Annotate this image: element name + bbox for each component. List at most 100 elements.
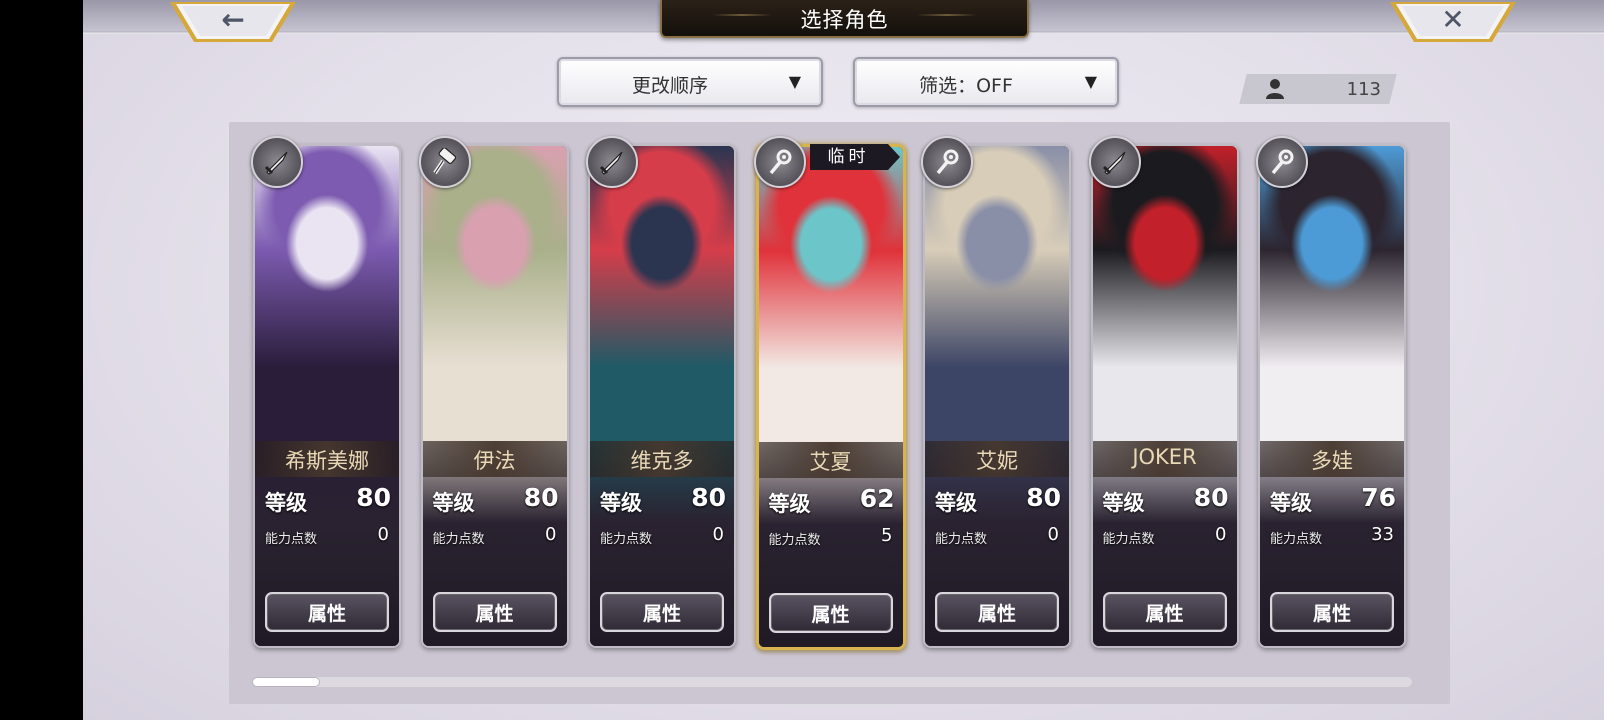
character-portrait: [1092, 146, 1237, 441]
close-button[interactable]: ✕: [1388, 0, 1518, 44]
staff-icon-glyph: [1271, 149, 1294, 175]
name-band: 希斯美娜: [255, 441, 399, 477]
character-name: JOKER: [1132, 445, 1197, 469]
name-band: 多娃: [1260, 441, 1404, 477]
name-band: 艾妮: [925, 441, 1069, 477]
character-card[interactable]: 希斯美娜 等级 80 能力点数 0 属性: [253, 144, 401, 648]
chevron-down-icon: ▼: [788, 72, 801, 91]
level-value: 80: [356, 483, 391, 512]
sword-icon-glyph: [264, 151, 288, 175]
staff-icon: [1256, 136, 1308, 188]
character-name: 艾妮: [976, 449, 1018, 473]
scrollbar-thumb[interactable]: [252, 677, 320, 687]
character-portrait: [1260, 146, 1404, 441]
character-name: 多娃: [1311, 449, 1353, 473]
character-card[interactable]: 维克多 等级 80 能力点数 0 属性: [588, 144, 736, 648]
character-stats: 希斯美娜 等级 80 能力点数 0 属性: [255, 441, 399, 646]
hammer-icon: [418, 136, 471, 188]
back-button[interactable]: ←: [168, 0, 298, 44]
character-portrait: [925, 146, 1069, 441]
level-value: 80: [1193, 483, 1229, 512]
attributes-button[interactable]: 属性: [1270, 592, 1394, 632]
ability-points-value: 5: [881, 525, 893, 546]
attributes-button[interactable]: 属性: [432, 592, 557, 632]
character-portrait: [758, 147, 903, 442]
character-card[interactable]: 伊法 等级 80 能力点数 0 属性: [420, 144, 569, 648]
character-stats: JOKER 等级 80 能力点数 0 属性: [1092, 441, 1237, 646]
staff-icon-glyph: [936, 149, 959, 175]
ability-points-value: 33: [1371, 524, 1394, 545]
sword-icon: [586, 136, 638, 188]
sword-icon: [251, 136, 303, 188]
staff-icon-glyph: [769, 149, 791, 175]
name-band: 伊法: [422, 441, 567, 477]
ability-points-label: 能力点数: [432, 532, 485, 547]
filter-dropdown[interactable]: 筛选：OFF ▼: [853, 57, 1119, 107]
ability-points-label: 能力点数: [935, 532, 988, 547]
level-value: 62: [859, 484, 895, 513]
attributes-button[interactable]: 属性: [935, 592, 1059, 632]
attributes-button[interactable]: 属性: [265, 592, 389, 632]
ability-points-value: 0: [545, 524, 557, 545]
game-screen: ← 选择角色 ✕ 更改顺序 ▼ 筛选：OFF ▼ 113 希斯美娜 等级 80 …: [83, 0, 1604, 720]
ability-points-label: 能力点数: [265, 532, 318, 547]
filter-label: 筛选：OFF: [919, 75, 1013, 97]
ability-points-label: 能力点数: [768, 533, 821, 548]
ability-points-value: 0: [1215, 524, 1227, 545]
name-band: 维克多: [590, 441, 734, 477]
ability-points-label: 能力点数: [1102, 532, 1155, 547]
close-icon: ✕: [1441, 3, 1465, 36]
level-label: 等级: [600, 491, 642, 515]
sword-icon: [1088, 136, 1141, 188]
character-card[interactable]: 艾夏 等级 62 能力点数 5 属性: [755, 144, 906, 650]
character-stats: 维克多 等级 80 能力点数 0 属性: [590, 441, 734, 646]
sword-icon-glyph: [599, 151, 623, 175]
character-stats: 艾妮 等级 80 能力点数 0 属性: [925, 441, 1069, 646]
attributes-button[interactable]: 属性: [600, 592, 724, 632]
character-name: 艾夏: [809, 450, 852, 474]
name-band: 艾夏: [758, 442, 903, 478]
sort-order-label: 更改顺序: [631, 75, 708, 97]
staff-icon: [921, 136, 973, 188]
hammer-icon-glyph: [432, 148, 456, 175]
character-name: 维克多: [630, 449, 694, 473]
character-list-panel: 希斯美娜 等级 80 能力点数 0 属性 伊法 等级 80 能力点数 0 属性 …: [229, 122, 1450, 704]
level-value: 80: [523, 483, 559, 512]
ability-points-label: 能力点数: [1270, 532, 1323, 547]
character-stats: 艾夏 等级 62 能力点数 5 属性: [758, 442, 903, 647]
level-label: 等级: [265, 491, 307, 515]
name-band: JOKER: [1092, 441, 1237, 477]
staff-icon: [753, 136, 806, 188]
level-value: 80: [1026, 483, 1061, 512]
ability-points-value: 0: [377, 524, 389, 545]
ability-points-value: 0: [712, 524, 724, 545]
character-count-badge: 113: [1239, 74, 1397, 104]
level-label: 等级: [935, 491, 977, 515]
level-label: 等级: [768, 492, 811, 516]
sort-order-dropdown[interactable]: 更改顺序 ▼: [557, 57, 823, 107]
arrow-left-icon: ←: [221, 3, 245, 36]
character-card[interactable]: 艾妮 等级 80 能力点数 0 属性: [923, 144, 1071, 648]
level-label: 等级: [432, 491, 475, 515]
character-portrait: [255, 146, 399, 441]
level-value: 80: [691, 483, 726, 512]
attributes-button[interactable]: 属性: [768, 593, 893, 633]
ability-points-label: 能力点数: [600, 532, 653, 547]
attributes-button[interactable]: 属性: [1102, 592, 1227, 632]
level-label: 等级: [1270, 491, 1312, 515]
level-value: 76: [1361, 483, 1396, 512]
level-label: 等级: [1102, 491, 1145, 515]
character-name: 伊法: [473, 449, 516, 473]
title-plate: 选择角色: [660, 0, 1029, 38]
character-stats: 多娃 等级 76 能力点数 33 属性: [1260, 441, 1404, 646]
character-stats: 伊法 等级 80 能力点数 0 属性: [422, 441, 567, 646]
page-title: 选择角色: [800, 8, 889, 32]
character-card[interactable]: 多娃 等级 76 能力点数 33 属性: [1258, 144, 1406, 648]
character-portrait: [422, 146, 567, 441]
sword-icon-glyph: [1102, 151, 1126, 175]
character-card[interactable]: JOKER 等级 80 能力点数 0 属性: [1090, 144, 1239, 648]
character-name: 希斯美娜: [285, 449, 369, 473]
ability-points-value: 0: [1047, 524, 1059, 545]
character-portrait: [590, 146, 734, 441]
horizontal-scrollbar[interactable]: [252, 677, 1412, 687]
